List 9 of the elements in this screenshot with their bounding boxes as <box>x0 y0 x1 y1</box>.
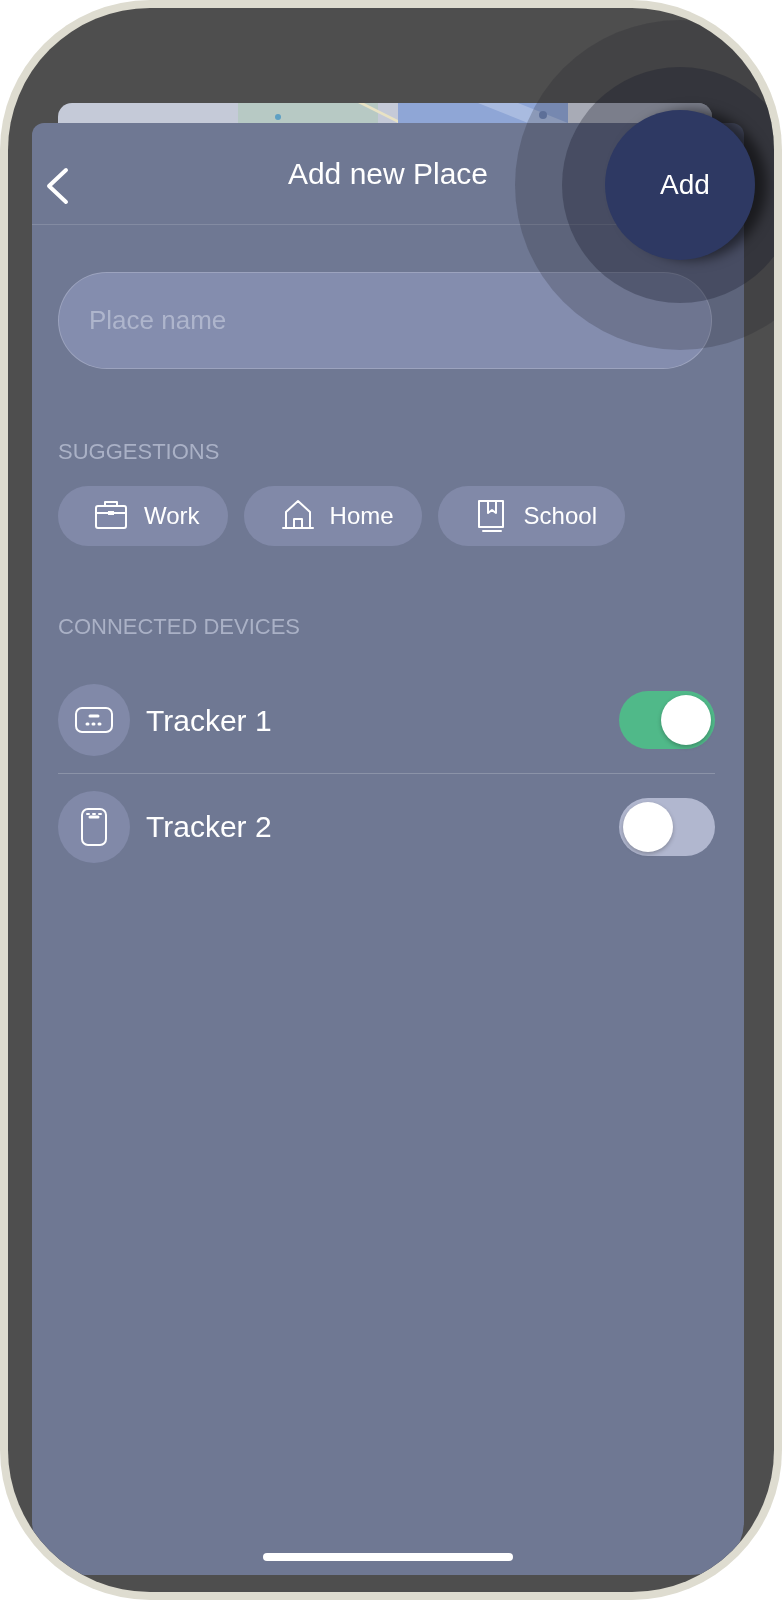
section-heading: CONNECTED DEVICES <box>58 613 302 641</box>
suggestion-chip[interactable]: Home <box>243 486 422 546</box>
device-name: Tracker 1 <box>146 702 273 739</box>
section-heading: SUGGESTIONS <box>58 438 221 466</box>
screen-title: Add new Place <box>287 156 489 192</box>
suggestion-chip[interactable]: Work <box>58 486 228 546</box>
device-name: Tracker 2 <box>146 809 273 845</box>
suggestion-chip[interactable]: School <box>437 486 625 546</box>
add-button[interactable]: Add <box>605 110 755 260</box>
